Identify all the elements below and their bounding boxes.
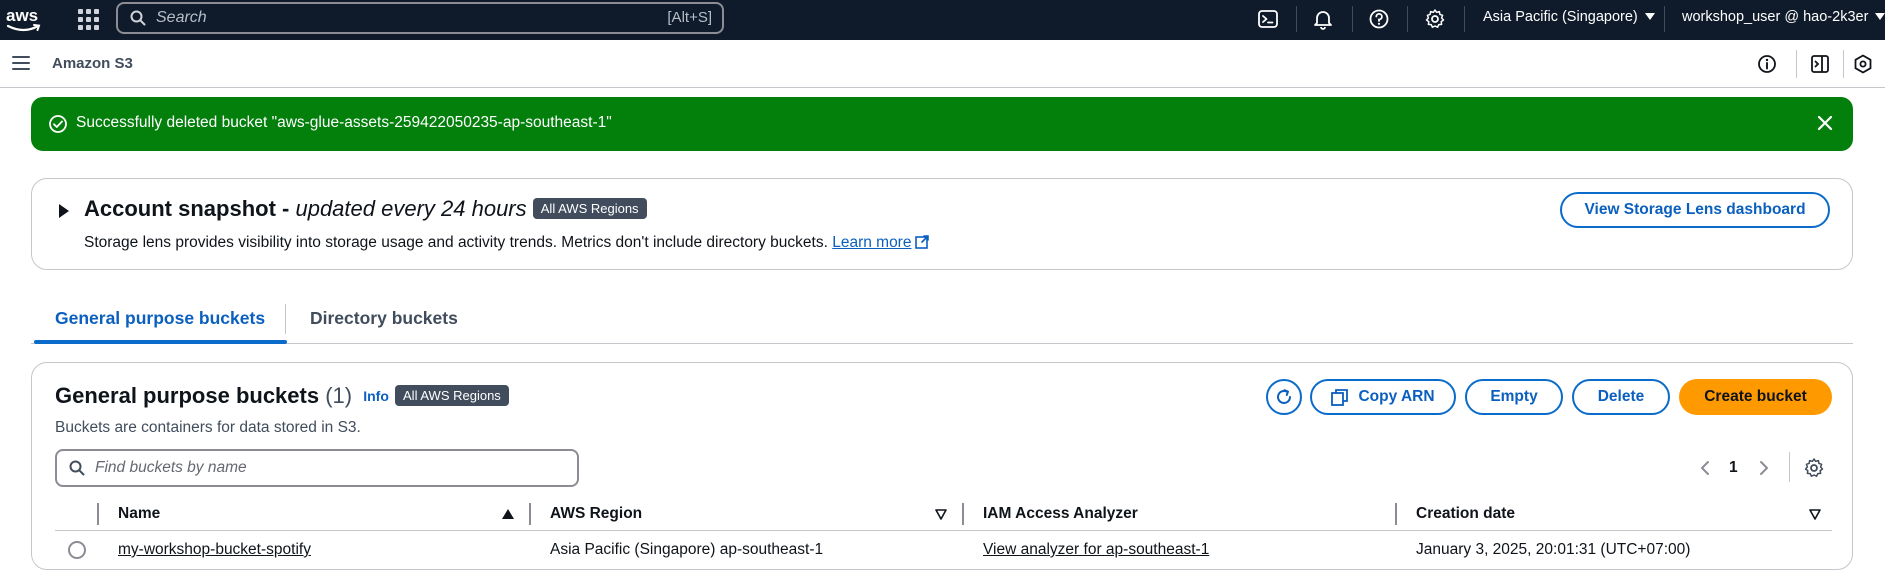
hexagon-icon[interactable] [1852,53,1874,75]
column-divider[interactable] [97,503,99,525]
bucket-region: Asia Pacific (Singapore) ap-southeast-1 [550,541,824,558]
top-navigation: aws [Alt+S] Asia Pacific (S [0,0,1885,40]
pagination-divider [1789,452,1790,482]
gear-icon[interactable] [1803,457,1825,479]
sort-descending-icon[interactable] [1809,509,1821,520]
delete-button[interactable]: Delete [1572,379,1670,415]
expand-caret-icon[interactable] [59,204,69,218]
page-number[interactable]: 1 [1729,459,1738,477]
buckets-title-text: General purpose buckets [55,383,320,408]
bucket-creation-date: January 3, 2025, 20:01:31 (UTC+07:00) [1416,541,1691,558]
global-search[interactable]: [Alt+S] [116,2,724,34]
find-buckets-field[interactable] [55,449,579,487]
aws-smile-icon [6,24,41,32]
nav-divider [1296,6,1297,32]
info-link[interactable]: Info [363,388,389,404]
nav-divider [1352,6,1353,32]
buckets-description: Buckets are containers for data stored i… [55,419,361,436]
sort-ascending-icon[interactable] [502,509,514,519]
learn-more-link[interactable]: Learn more [832,234,930,251]
buckets-title: General purpose buckets (1) Info All AWS… [55,383,509,409]
row-select-radio[interactable] [68,541,86,559]
service-name: Amazon S3 [52,55,133,72]
empty-button[interactable]: Empty [1465,379,1563,415]
refresh-button[interactable] [1266,379,1302,415]
column-header-name[interactable]: Name [118,505,160,523]
info-circle-icon[interactable] [1756,53,1778,75]
column-header-analyzer[interactable]: IAM Access Analyzer [983,505,1138,523]
account-snapshot-panel: Account snapshot - updated every 24 hour… [31,178,1853,270]
search-shortcut-hint: [Alt+S] [667,9,712,26]
bucket-tabs: General purpose buckets Directory bucket… [31,296,1853,344]
cloudshell-icon[interactable] [1257,8,1279,30]
column-divider[interactable] [962,503,964,525]
header-divider [1796,50,1797,78]
column-header-region[interactable]: AWS Region [550,505,642,523]
account-label: workshop_user @ hao-2k3er [1682,9,1869,25]
close-icon[interactable] [1815,113,1835,133]
column-header-creation-date[interactable]: Creation date [1416,505,1515,523]
success-flash: Successfully deleted bucket "aws-glue-as… [31,97,1853,151]
snapshot-description: Storage lens provides visibility into st… [84,234,930,252]
bell-icon[interactable] [1312,8,1334,30]
external-link-icon [915,235,930,249]
tab-divider [285,304,286,334]
refresh-icon [1277,389,1291,404]
nav-divider [1407,6,1408,32]
table-row: my-workshop-bucket-spotify Asia Pacific … [55,532,1832,568]
chevron-left-icon[interactable] [1697,459,1713,477]
split-panel-icon[interactable] [1809,53,1831,75]
header-divider [1843,50,1844,78]
global-search-input[interactable] [156,9,636,27]
tab-directory-buckets[interactable]: Directory buckets [310,308,458,329]
nav-divider [1664,6,1665,32]
snapshot-title-text: Account snapshot - [84,196,290,221]
buckets-panel: General purpose buckets (1) Info All AWS… [31,362,1853,570]
copy-arn-button[interactable]: Copy ARN [1310,379,1456,415]
active-tab-indicator [34,340,287,344]
menu-icon[interactable] [12,56,30,70]
region-selector[interactable]: Asia Pacific (Singapore) [1483,9,1655,25]
account-menu[interactable]: workshop_user @ hao-2k3er [1682,9,1885,25]
caret-down-icon [1875,13,1885,20]
tab-general-purpose-buckets[interactable]: General purpose buckets [55,308,265,329]
service-header: Amazon S3 [0,40,1885,88]
buckets-count: (1) [325,383,353,408]
learn-more-label: Learn more [832,234,912,251]
create-bucket-button[interactable]: Create bucket [1679,379,1832,415]
apps-grid-icon[interactable] [76,7,100,31]
column-divider[interactable] [1395,503,1397,525]
regions-badge: All AWS Regions [395,385,509,406]
sort-descending-icon[interactable] [935,509,947,520]
column-divider[interactable] [529,503,531,525]
regions-badge: All AWS Regions [532,198,647,219]
search-icon [69,460,85,476]
region-label: Asia Pacific (Singapore) [1483,9,1638,25]
gear-icon[interactable] [1424,8,1446,30]
table-header: Name AWS Region IAM Access Analyzer Crea… [55,497,1832,531]
help-icon[interactable] [1368,8,1390,30]
find-buckets-input[interactable] [95,459,555,477]
snapshot-description-text: Storage lens provides visibility into st… [84,234,828,251]
snapshot-title-italic: updated every 24 hours [295,196,527,221]
nav-divider [1464,6,1465,32]
caret-down-icon [1644,13,1655,20]
copy-arn-label: Copy ARN [1358,388,1435,405]
bucket-name-link[interactable]: my-workshop-bucket-spotify [118,541,311,559]
aws-logo[interactable]: aws [6,6,42,34]
search-icon [130,10,146,26]
view-analyzer-link[interactable]: View analyzer for ap-southeast-1 [983,541,1209,559]
view-storage-lens-button[interactable]: View Storage Lens dashboard [1560,192,1830,228]
snapshot-title: Account snapshot - updated every 24 hour… [84,196,647,222]
copy-icon [1331,388,1349,406]
chevron-right-icon[interactable] [1756,459,1772,477]
flash-message: Successfully deleted bucket "aws-glue-as… [76,114,612,131]
check-circle-icon [49,115,67,133]
